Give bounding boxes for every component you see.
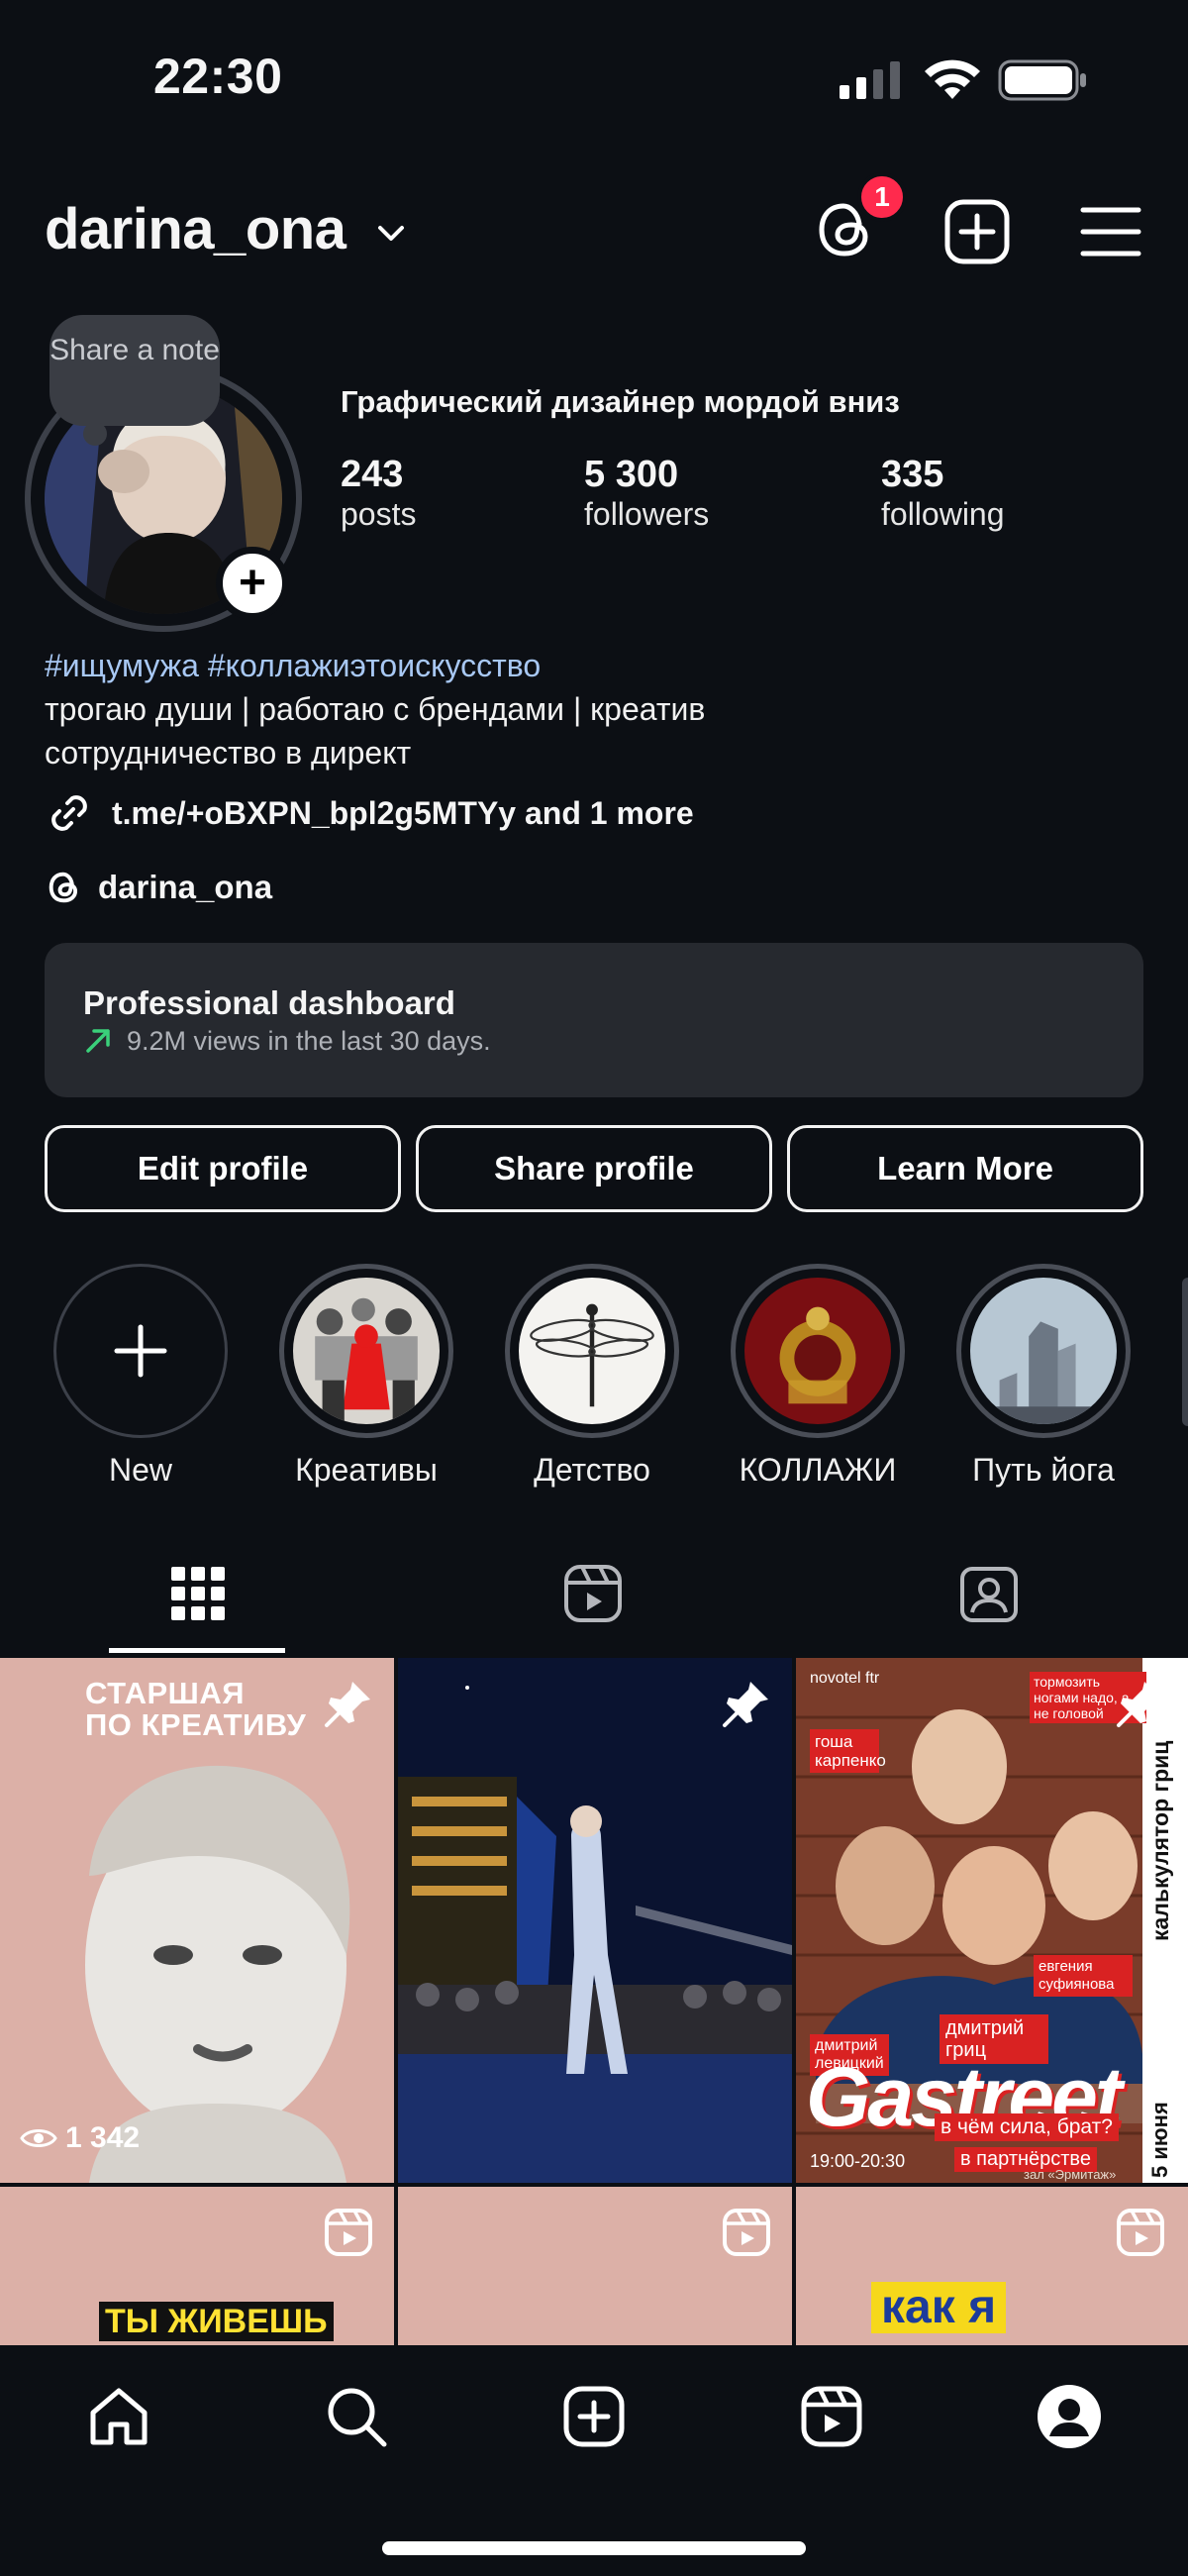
tagged-tab-icon[interactable] [956,1561,1022,1626]
post-tile-4[interactable]: ТЫ ЖИВЕШЬ [0,2187,394,2345]
highlight-put-yoga[interactable] [956,1264,1131,1438]
post-3-name-1: гоша карпенко [810,1729,886,1773]
post-1-views: 1 342 [20,2121,140,2155]
views-eye-icon [20,2129,57,2147]
highlight-kollazhi[interactable] [731,1264,905,1438]
dashboard-title: Professional dashboard [83,984,455,1021]
home-icon[interactable] [83,2381,154,2452]
post-3-sub: в чём сила, брат? [935,2113,1119,2141]
post-1-title: СТАРШАЯ ПО КРЕАТИВУ [85,1676,307,1742]
cellular-signal-icon [840,61,900,99]
active-tab-indicator [109,1648,285,1653]
reel-icon [723,2209,770,2256]
highlight-next-peek [1182,1278,1188,1426]
reels-tab-icon[interactable] [560,1561,626,1626]
bio-line-1: трогаю души | работаю с брендами | креат… [45,691,706,727]
bio-link-text: t.me/+oBXPN_bpl2g5MTYy and 1 more [112,794,694,831]
profile-category-title: Графический дизайнер мордой вниз [341,384,900,419]
profile-nav-icon[interactable] [1034,2381,1105,2452]
trend-up-arrow-icon [86,1029,110,1053]
highlight-label-new: New [108,1452,172,1488]
wifi-icon [925,59,980,99]
reel-icon [325,2209,372,2256]
create-icon[interactable] [558,2381,630,2452]
dashboard-subtitle: 9.2M views in the last 30 days. [127,1026,491,1056]
stat-following-label: following [881,496,1005,532]
highlight-label-kollazhi: КОЛЛАЖИ [739,1452,897,1488]
post-tile-2[interactable] [398,1658,792,2183]
search-icon[interactable] [321,2381,392,2452]
threads-handle: darina_ona [98,869,273,905]
share-note-bubble[interactable]: Share a note [50,315,220,426]
home-indicator [382,2541,806,2555]
new-highlight-button[interactable] [53,1264,228,1438]
post-4-text: ТЫ ЖИВЕШЬ [99,2302,334,2341]
post-tile-5[interactable] [398,2187,792,2345]
stat-posts-value: 243 [341,454,404,495]
stat-posts[interactable]: 243 posts [341,454,416,533]
menu-icon[interactable] [1075,196,1146,267]
post-1-views-count: 1 342 [65,2121,141,2154]
reel-icon [1117,2209,1164,2256]
post-6-text: как я [871,2282,1007,2333]
post-3-date: 5 июня [1147,2102,1172,2178]
post-3-time: 19:00-20:30 [810,2151,906,2171]
note-bubble-tail [83,422,107,446]
share-profile-button[interactable]: Share profile [416,1125,772,1212]
pinned-icon [723,1682,768,1727]
grid-tab-icon[interactable] [165,1561,231,1626]
add-story-button[interactable]: + [216,547,289,620]
threads-profile-link[interactable]: darina_ona [45,868,272,907]
stat-posts-label: posts [341,496,417,532]
chevron-down-icon[interactable] [374,216,408,250]
bio-link[interactable]: t.me/+oBXPN_bpl2g5MTYy and 1 more [45,788,694,838]
create-post-icon[interactable] [941,196,1013,267]
highlight-kreativy[interactable] [279,1264,453,1438]
battery-icon [998,59,1086,101]
profile-username[interactable]: darina_ona [45,196,346,262]
stat-following-value: 335 [881,454,944,495]
post-tile-1[interactable]: СТАРШАЯ ПО КРЕАТИВУ 1 342 [0,1658,394,2183]
highlight-detstvo[interactable] [505,1264,679,1438]
stat-followers-value: 5 300 [584,454,679,495]
learn-more-button[interactable]: Learn More [787,1125,1143,1212]
stat-followers-label: followers [584,496,710,532]
highlight-label-kreativy: Креативы [295,1452,438,1488]
bio-line-2: сотрудничество в директ [45,735,412,771]
plus-icon [114,1324,167,1378]
post-3-venue: зал «Эрмитаж» [1024,2167,1117,2182]
pinned-icon [1117,1682,1162,1727]
reels-nav-icon[interactable] [796,2381,867,2452]
link-icon [51,795,87,831]
status-time: 22:30 [153,49,283,104]
notification-badge: 1 [857,172,907,222]
highlight-label-detstvo: Детство [534,1452,650,1488]
post-tile-3[interactable]: novotel ftr тормозить ногами надо, а не … [796,1658,1188,2183]
post-3-brand: novotel ftr [810,1670,880,1687]
highlight-label-put-yoga: Путь йога [972,1452,1115,1488]
threads-small-icon [49,872,78,903]
bio-hashtags[interactable]: #ищумужа #коллажиэтоискусство [45,648,541,684]
edit-profile-button[interactable]: Edit profile [45,1125,401,1212]
stat-followers[interactable]: 5 300 followers [584,454,709,533]
post-3-name-4: евгения суфиянова [1034,1955,1133,1997]
post-tile-6[interactable]: как я [796,2187,1188,2345]
pinned-icon [325,1682,370,1727]
stat-following[interactable]: 335 following [881,454,1005,533]
